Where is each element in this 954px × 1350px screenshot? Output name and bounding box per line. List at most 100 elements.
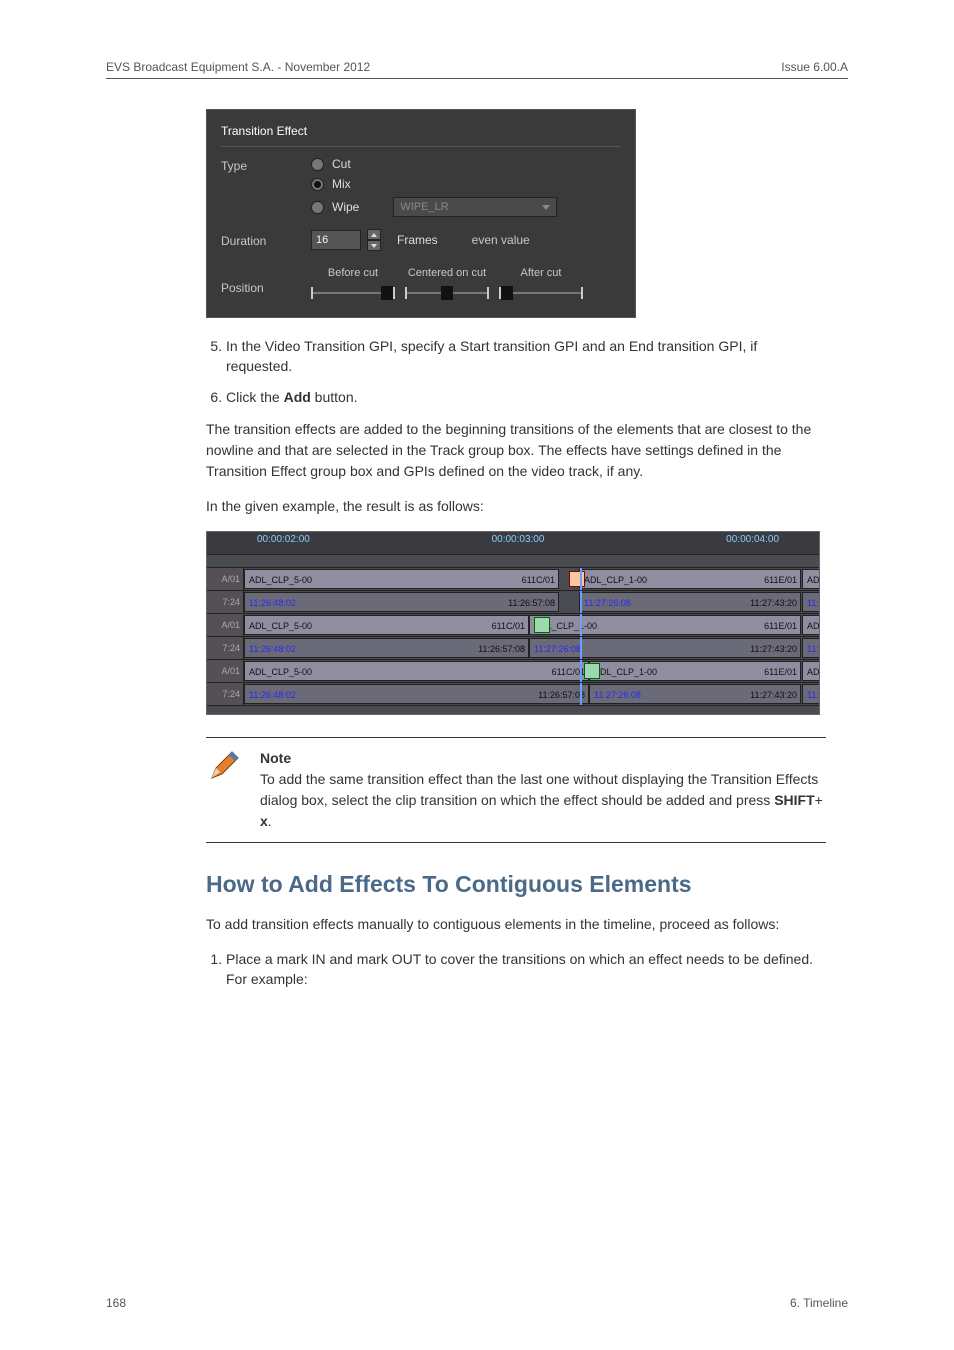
ruler-tick: 00:00:04:00	[605, 532, 819, 554]
key-x: x	[260, 813, 268, 829]
chevron-down-icon	[371, 244, 377, 248]
position-after[interactable]: After cut	[499, 267, 583, 303]
step-bold: Add	[284, 389, 311, 405]
note-plus: +	[815, 792, 823, 808]
transition-marker-icon	[584, 663, 600, 679]
duration-hint: even value	[472, 233, 530, 247]
clip: ADL_CLP_5-00611C/01	[244, 661, 589, 681]
clip: ADL_CLP_1-00611E/01	[579, 569, 801, 589]
position-option-label: Before cut	[311, 267, 395, 279]
clip: ADL_CLP_5-00611C/01	[244, 569, 559, 589]
timeline-row: 7:2411:26:48:0211:26:57:0811:27:26:0811:…	[207, 637, 819, 660]
header-right: Issue 6.00.A	[781, 60, 848, 74]
position-diagram-icon	[499, 283, 583, 303]
clip: 11:2	[802, 638, 819, 658]
radio-icon	[311, 178, 324, 191]
step-5: In the Video Transition GPI, specify a S…	[226, 336, 826, 377]
page-header: EVS Broadcast Equipment S.A. - November …	[106, 60, 848, 79]
clip: 11 27:26:0811:27:43:20	[589, 684, 801, 704]
row-body: ADL_CLP_5-00611C/01ADL_CLP_1-00611E/01AD…	[244, 614, 819, 636]
body-paragraph: In the given example, the result is as f…	[206, 496, 826, 517]
spinner-down-button[interactable]	[367, 240, 381, 251]
clip: ADL_CLP_1-00611E/01	[589, 661, 801, 681]
timeline-row: A/01ADL_CLP_5-00611C/01 ADL_CLP_1-00611E/…	[207, 568, 819, 591]
spinner-up-button[interactable]	[367, 229, 381, 240]
ruler-tick: 00:00:02:00	[207, 532, 431, 554]
radio-icon	[311, 201, 324, 214]
nowline-indicator	[580, 591, 582, 613]
key-shift: SHIFT	[774, 792, 814, 808]
clip: 11:2	[802, 684, 819, 704]
procedure-list-a: In the Video Transition GPI, specify a S…	[206, 336, 826, 407]
radio-label: Mix	[332, 177, 351, 191]
radio-wipe[interactable]: Wipe WIPE_LR	[311, 197, 621, 217]
clip: ADL	[802, 615, 819, 635]
nowline-indicator	[580, 683, 582, 705]
row-label: A/01	[207, 660, 244, 682]
pencil-icon	[206, 748, 248, 832]
radio-mix[interactable]: Mix	[311, 177, 621, 191]
transition-marker-icon	[534, 617, 550, 633]
clip: 11:2	[802, 592, 819, 612]
footer-section: 6. Timeline	[790, 1296, 848, 1310]
clip: ADL	[802, 569, 819, 589]
row-body: 11:26:48:0211:26:57:08 11:27:26:0811:27:4…	[244, 591, 819, 613]
radio-label: Cut	[332, 157, 351, 171]
row-label: 7:24	[207, 591, 244, 613]
position-diagram-icon	[405, 283, 489, 303]
page-number: 168	[106, 1296, 126, 1310]
row-label: 7:24	[207, 637, 244, 659]
row-body: ADL_CLP_5-00611C/01ADL_CLP_1-00611E/01AD…	[244, 660, 819, 682]
radio-cut[interactable]: Cut	[311, 157, 621, 171]
row-label: 7:24	[207, 683, 244, 705]
wipe-dropdown[interactable]: WIPE_LR	[393, 197, 557, 217]
clip: 11:27:26:0811:27:43:20	[529, 638, 801, 658]
clip: 11:27:26:0811:27:43:20	[579, 592, 801, 612]
ruler-tick: 00:00:03:00	[431, 532, 605, 554]
body-paragraph: To add transition effects manually to co…	[206, 914, 826, 935]
clip: ADL	[802, 661, 819, 681]
position-label: Position	[221, 263, 311, 295]
timeline-row: A/01ADL_CLP_5-00611C/01ADL_CLP_1-00611E/…	[207, 660, 819, 683]
note-period: .	[268, 813, 272, 829]
note-block: Note To add the same transition effect t…	[206, 737, 826, 843]
note-title: Note	[260, 750, 291, 766]
note-text: To add the same transition effect than t…	[260, 771, 818, 808]
row-body: ADL_CLP_5-00611C/01 ADL_CLP_1-00611E/01AD…	[244, 568, 819, 590]
row-body: 11:26:48:0211:26:57:0811:27:26:0811:27:4…	[244, 637, 819, 659]
step-text: button.	[311, 389, 358, 405]
timeline-row: 7:2411:26:48:0211:26:57:0811 27:26:0811:…	[207, 683, 819, 706]
transition-effect-panel: Transition Effect Type Cut Mix Wipe	[206, 109, 636, 318]
step-1: Place a mark IN and mark OUT to cover th…	[226, 949, 826, 990]
timeline-row: A/01ADL_CLP_5-00611C/01ADL_CLP_1-00611E/…	[207, 614, 819, 637]
header-left: EVS Broadcast Equipment S.A. - November …	[106, 60, 370, 74]
timeline-ruler: 00:00:02:00 00:00:03:00 00:00:04:00	[207, 532, 819, 555]
row-label: A/01	[207, 568, 244, 590]
duration-unit: Frames	[397, 233, 438, 247]
transition-marker-icon	[569, 571, 585, 587]
body-paragraph: The transition effects are added to the …	[206, 419, 826, 482]
step-text: Click the	[226, 389, 284, 405]
clip: 11:26:48:0211:26:57:08	[244, 684, 589, 704]
position-before[interactable]: Before cut	[311, 267, 395, 303]
position-option-label: Centered on cut	[405, 267, 489, 279]
nowline-indicator	[580, 614, 582, 636]
chevron-down-icon	[542, 205, 550, 210]
clip: ADL_CLP_5-00611C/01	[244, 615, 529, 635]
timeline-row: 7:2411:26:48:0211:26:57:08 11:27:26:0811:…	[207, 591, 819, 614]
nowline-indicator	[580, 660, 582, 682]
nowline-indicator	[580, 568, 582, 590]
duration-input[interactable]: 16	[311, 230, 361, 250]
nowline-indicator	[580, 637, 582, 659]
position-center[interactable]: Centered on cut	[405, 267, 489, 303]
clip: 11:26:48:0211:26:57:08	[244, 592, 559, 612]
clip: 11:26:48:0211:26:57:08	[244, 638, 529, 658]
row-label: A/01	[207, 614, 244, 636]
procedure-list-b: Place a mark IN and mark OUT to cover th…	[206, 949, 826, 990]
page-footer: 168 6. Timeline	[106, 1296, 848, 1310]
radio-icon	[311, 158, 324, 171]
duration-label: Duration	[221, 232, 311, 248]
radio-label: Wipe	[332, 200, 359, 214]
panel-title: Transition Effect	[221, 120, 621, 147]
clip: ADL_CLP_1-00611E/01	[529, 615, 801, 635]
